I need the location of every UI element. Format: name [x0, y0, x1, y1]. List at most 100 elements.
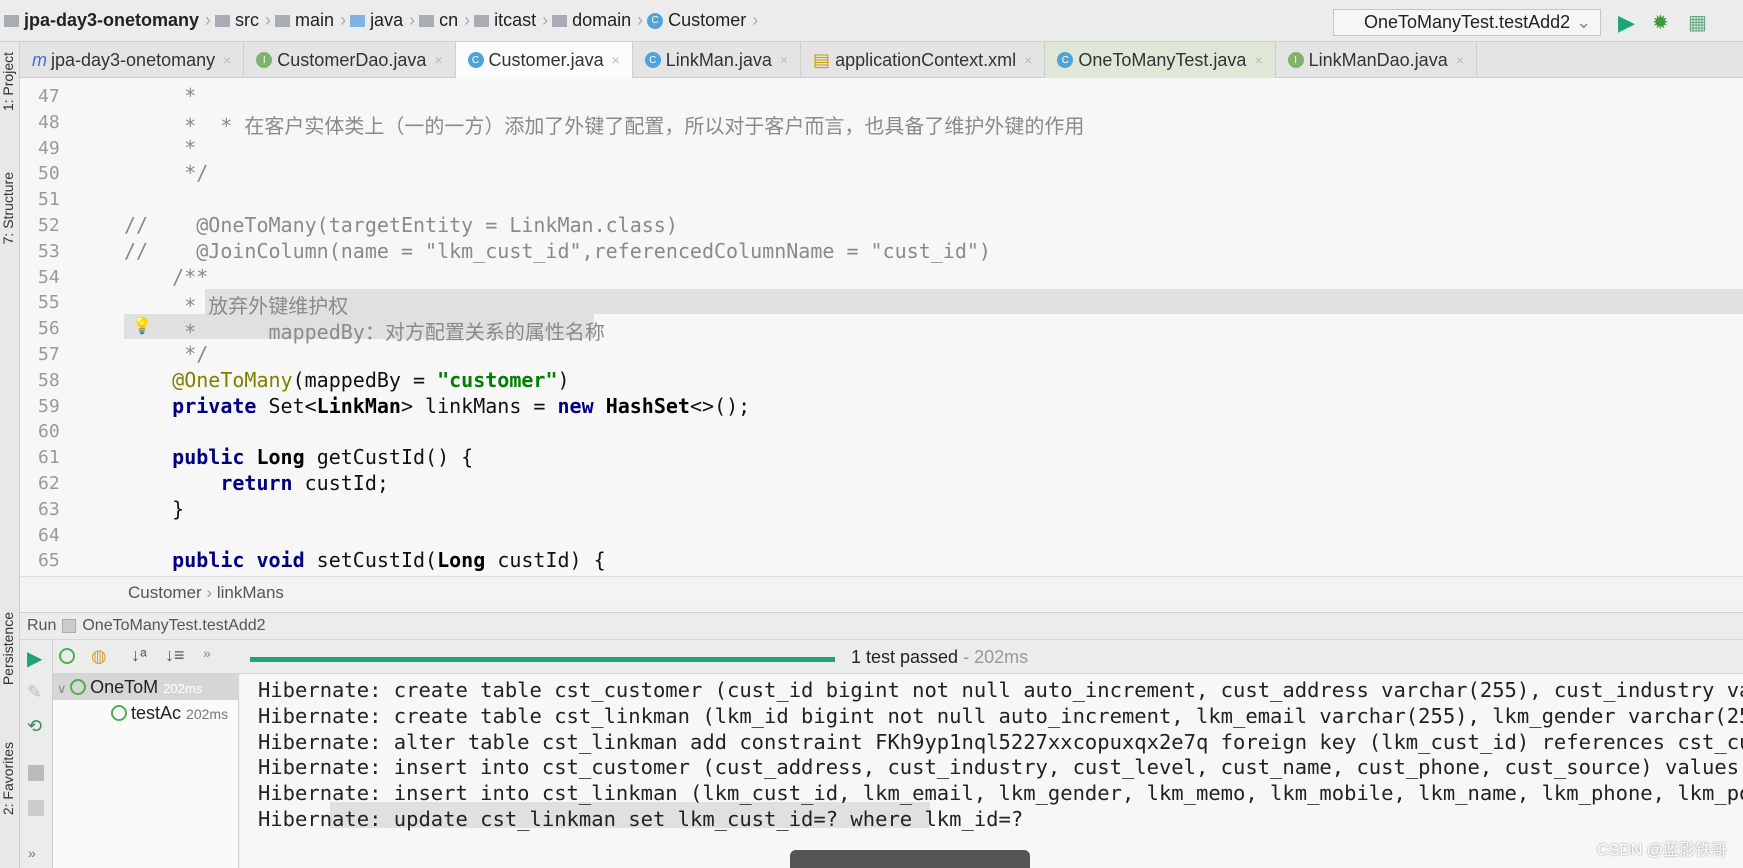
breadcrumb-item[interactable]: domain › — [552, 10, 643, 31]
line-number: 52 — [38, 215, 60, 236]
code-line: * — [124, 135, 197, 160]
console-line: Hibernate: update cst_linkman set lkm_cu… — [258, 807, 1024, 831]
run-tab[interactable]: OneToManyTest.testAdd2 — [82, 617, 265, 635]
crumb-field[interactable]: linkMans — [217, 583, 284, 602]
chevron-down-icon: ⌄ — [1576, 12, 1592, 32]
line-number: 61 — [38, 447, 60, 469]
show-ignored-icon[interactable]: ◍ — [91, 646, 107, 667]
console-output[interactable]: Hibernate: create table cst_customer (cu… — [240, 674, 1743, 868]
pin-icon[interactable]: ✎ — [27, 682, 42, 703]
tool-persistence[interactable]: Persistence — [0, 612, 20, 685]
coverage-icon[interactable]: ▦ — [1688, 10, 1707, 35]
tab-jpa-day3-onetomany[interactable]: m jpa-day3-onetomany × — [20, 42, 245, 78]
passed-icon — [70, 679, 87, 695]
close-icon[interactable]: × — [223, 52, 231, 68]
close-icon[interactable]: × — [1456, 52, 1464, 68]
class-icon: C — [647, 12, 664, 29]
folder-icon — [419, 14, 435, 27]
rerun-icon[interactable]: ▶ — [27, 646, 42, 671]
breadcrumb-item[interactable]: cn › — [419, 10, 470, 31]
code-line: @OneToMany(mappedBy = "customer") — [172, 367, 570, 392]
tree-item-suite[interactable]: ∨ OneToM 202ms — [57, 677, 202, 698]
code-line: // @JoinColumn(name = "lkm_cust_id",refe… — [124, 238, 991, 263]
line-number: 55 — [38, 292, 60, 314]
tool-favorites[interactable]: 2: Favorites — [0, 742, 20, 815]
interface-icon: I — [256, 52, 277, 68]
tool-project[interactable]: 1: Project — [0, 52, 20, 111]
stop-icon[interactable] — [28, 765, 44, 781]
folder-icon — [474, 14, 490, 27]
crumb-class[interactable]: Customer — [128, 583, 202, 602]
folder-icon — [552, 14, 568, 27]
code-line: /** — [124, 264, 209, 289]
line-number: 57 — [38, 344, 60, 365]
breadcrumb-item[interactable]: src › — [215, 10, 271, 31]
tab-onetomanytest-java[interactable]: C OneToManyTest.java × — [1045, 42, 1276, 78]
watermark: CSDN @蓝影铁哥 — [1596, 842, 1727, 859]
xml-icon: ▤ — [813, 49, 831, 70]
code-line: * 放弃外键维护权 — [124, 294, 349, 319]
breadcrumb-item[interactable]: itcast › — [474, 10, 548, 31]
console-line: Hibernate: create table cst_linkman (lkm… — [258, 703, 1743, 728]
breadcrumb-item[interactable]: C Customer › — [647, 10, 758, 31]
breadcrumb-item[interactable]: java › — [350, 10, 415, 31]
editor-tabs: m jpa-day3-onetomany × I CustomerDao.java × C C… — [20, 42, 1743, 78]
video-overlay — [790, 850, 1030, 868]
tool-structure[interactable]: 7: Structure — [0, 172, 20, 244]
close-icon[interactable]: × — [1254, 52, 1262, 68]
code-line: public void setCustId(Long custId) { — [172, 548, 606, 573]
console-line: Hibernate: create table cst_customer (cu… — [258, 678, 1743, 702]
line-number: 51 — [38, 189, 60, 211]
line-number: 63 — [38, 498, 60, 520]
interface-icon: I — [1287, 52, 1309, 68]
tree-item-test[interactable]: testAc 202ms — [111, 703, 228, 724]
run-icon[interactable]: ▶ — [1618, 10, 1635, 36]
line-number: 53 — [38, 240, 60, 262]
class-icon: C — [644, 52, 666, 68]
show-passed-icon[interactable] — [59, 648, 75, 664]
debug-icon[interactable]: ✹ — [1652, 10, 1669, 35]
line-number: 56 — [38, 318, 60, 340]
tab-linkmandao-java[interactable]: I LinkManDao.java × — [1276, 42, 1477, 78]
line-number: 49 — [38, 137, 60, 159]
code-line: // @OneToMany(targetEntity = LinkMan.cla… — [124, 213, 678, 237]
code-line: * — [124, 84, 197, 108]
passed-icon — [111, 705, 127, 721]
tab-linkman-java[interactable]: C LinkMan.java × — [633, 42, 802, 78]
line-number: 62 — [38, 473, 60, 494]
run-panel-header: Run OneToManyTest.testAdd2 — [20, 612, 1743, 640]
left-tool-strip: 1: Project 7: Structure Persistence 2: F… — [0, 42, 20, 868]
code-line: return custId; — [220, 471, 389, 495]
line-number: 48 — [38, 111, 60, 133]
module-icon: m — [32, 49, 47, 70]
line-number: 54 — [38, 266, 60, 288]
toggle-auto-test-icon[interactable]: ⟲ — [27, 716, 42, 737]
more-icon[interactable]: » — [203, 645, 211, 661]
run-side-toolbar: ▶ ✎ ⟲ » — [20, 640, 53, 868]
console-line: Hibernate: insert into cst_linkman (lkm_… — [258, 781, 1743, 806]
close-icon[interactable]: × — [434, 52, 442, 68]
tab-applicationcontext-xml[interactable]: ▤ applicationContext.xml × — [801, 42, 1046, 78]
code-line: * mappedBy：对方配置关系的属性名称 — [124, 320, 605, 345]
test-class-icon: C — [1057, 52, 1078, 68]
breadcrumb-item[interactable]: main › — [275, 10, 346, 31]
tab-customerdao-java[interactable]: I CustomerDao.java × — [244, 42, 456, 78]
more-icon[interactable]: » — [28, 845, 36, 861]
close-icon[interactable]: × — [780, 52, 788, 68]
breadcrumb-item[interactable]: jpa-day3-onetomany › — [4, 10, 211, 31]
run-label: Run — [27, 617, 57, 634]
close-icon[interactable]: × — [1024, 52, 1032, 68]
code-line: } — [124, 496, 185, 521]
export-icon[interactable] — [28, 800, 44, 816]
run-configuration-select[interactable]: OneToManyTest.testAdd2 ⌄ — [1333, 9, 1601, 36]
line-number: 60 — [38, 421, 60, 443]
console-line: Hibernate: insert into cst_customer (cus… — [258, 755, 1743, 780]
line-number: 64 — [38, 524, 60, 546]
code-breadcrumb: Customer › linkMans — [20, 576, 1743, 606]
sort-duration-icon[interactable]: ↓≡ — [165, 645, 185, 666]
sort-alpha-icon[interactable]: ↓ᵃ — [131, 645, 147, 666]
tab-customer-java[interactable]: C Customer.java × — [455, 42, 633, 78]
folder-icon — [275, 14, 291, 27]
close-icon[interactable]: × — [612, 52, 620, 68]
code-editor[interactable]: 💡 47 * 48 * * 在客户实体类上（一的一方）添加了外键了配置，所以对于客… — [20, 78, 1743, 575]
